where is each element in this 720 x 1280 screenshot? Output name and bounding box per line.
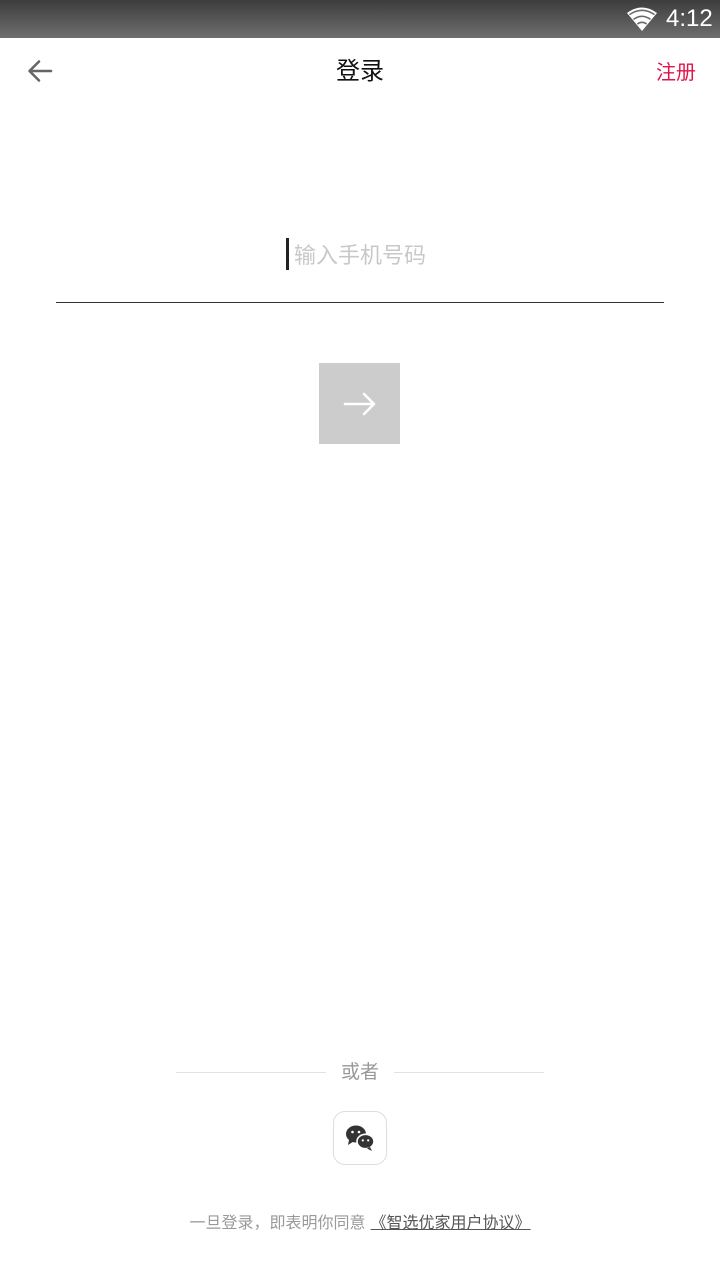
login-screen: 4:12 登录 注册 或者 — [0, 0, 720, 1280]
header-bar: 登录 注册 — [0, 38, 720, 104]
divider-line-right — [394, 1072, 544, 1073]
status-time: 4:12 — [666, 5, 713, 32]
wifi-icon — [626, 6, 658, 32]
next-button[interactable] — [319, 363, 400, 444]
phone-field — [56, 226, 664, 303]
register-link[interactable]: 注册 — [656, 57, 696, 87]
back-button[interactable] — [20, 51, 64, 91]
wechat-icon — [346, 1125, 375, 1151]
arrow-left-icon — [28, 60, 53, 82]
text-cursor — [286, 238, 289, 270]
user-agreement-link[interactable]: 《智选优家用户协议》 — [371, 1213, 531, 1232]
status-bar: 4:12 — [0, 0, 720, 38]
agreement-prefix: 一旦登录，即表明你同意 — [189, 1213, 366, 1232]
arrow-right-icon — [343, 392, 376, 416]
agreement-notice: 一旦登录，即表明你同意 《智选优家用户协议》 — [0, 1210, 720, 1236]
wechat-login-button[interactable] — [333, 1111, 387, 1165]
page-title: 登录 — [336, 57, 384, 85]
or-divider: 或者 — [176, 1058, 544, 1086]
phone-input[interactable] — [56, 226, 664, 286]
